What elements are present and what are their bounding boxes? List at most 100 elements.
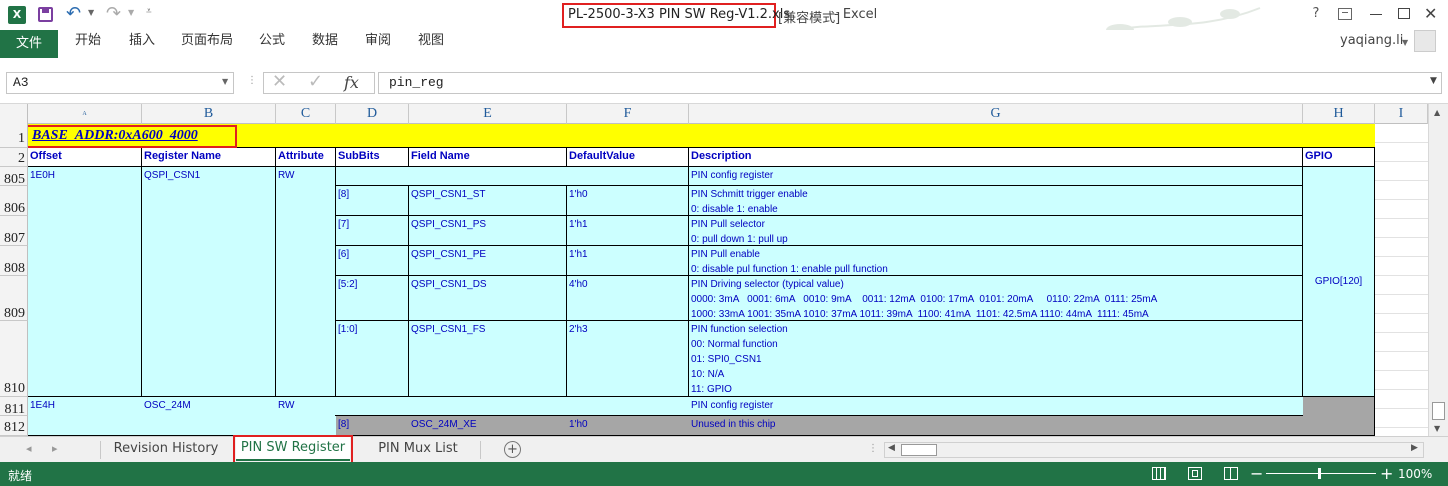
field-name[interactable]: QSPI_CSN1_PE bbox=[409, 247, 566, 262]
tab-scroll-right-icon[interactable]: ▸ bbox=[52, 442, 58, 455]
hscroll-thumb[interactable] bbox=[901, 444, 937, 456]
zoom-level[interactable]: 100% bbox=[1398, 467, 1432, 481]
hscroll-right-icon[interactable]: ▶ bbox=[1411, 443, 1418, 453]
row-header[interactable]: 2 bbox=[0, 148, 28, 167]
field-default[interactable]: 1'h0 bbox=[567, 417, 688, 432]
field-desc-line[interactable]: 01: SPI0_CSN1 bbox=[689, 352, 1302, 367]
field-bits[interactable]: [5:2] bbox=[336, 277, 408, 292]
column-header-d[interactable]: D bbox=[336, 104, 409, 124]
column-header-b[interactable]: B bbox=[142, 104, 276, 124]
column-header-a[interactable]: A bbox=[28, 104, 142, 124]
header-offset[interactable]: Offset bbox=[28, 149, 142, 164]
row-header[interactable]: 806 bbox=[0, 186, 28, 216]
reg2-offset[interactable]: 1E4H bbox=[28, 398, 141, 413]
redo-icon[interactable]: ↷ bbox=[106, 3, 121, 24]
field-desc-line[interactable]: 1000: 33mA 1001: 35mA 1010: 37mA 1011: 3… bbox=[689, 307, 1302, 322]
field-name[interactable]: QSPI_CSN1_ST bbox=[409, 187, 566, 202]
header-subbits[interactable]: SubBits bbox=[336, 149, 409, 164]
field-desc-line[interactable]: 0: disable pul function 1: enable pull f… bbox=[689, 262, 1302, 277]
field-desc-line[interactable]: 00: Normal function bbox=[689, 337, 1302, 352]
horizontal-scrollbar[interactable]: ◀ ▶ bbox=[884, 442, 1424, 458]
field-desc-line[interactable]: 11: GPIO bbox=[689, 382, 1302, 397]
formula-bar-grip-icon[interactable]: ⋮ bbox=[247, 75, 257, 86]
row-header[interactable]: 1 bbox=[0, 124, 28, 148]
field-default[interactable]: 1'h1 bbox=[567, 247, 688, 262]
column-header-c[interactable]: C bbox=[276, 104, 336, 124]
tab-data[interactable]: 数据 bbox=[312, 30, 338, 58]
close-icon[interactable]: ✕ bbox=[1424, 4, 1437, 23]
field-default[interactable]: 1'h0 bbox=[567, 187, 688, 202]
field-desc-line[interactable]: PIN Pull selector bbox=[689, 217, 1302, 232]
field-bits[interactable]: [7] bbox=[336, 217, 408, 232]
name-box[interactable]: A3 bbox=[6, 72, 234, 94]
tab-home[interactable]: 开始 bbox=[75, 30, 101, 58]
header-gpio[interactable]: GPIO bbox=[1303, 149, 1375, 164]
name-box-dropdown-icon[interactable]: ▼ bbox=[222, 77, 228, 86]
header-description[interactable]: Description bbox=[689, 149, 1303, 164]
help-button[interactable]: ? bbox=[1306, 6, 1326, 21]
reg2-name[interactable]: OSC_24M bbox=[142, 398, 275, 413]
field-bits[interactable]: [8] bbox=[336, 417, 408, 432]
zoom-slider[interactable] bbox=[1266, 468, 1376, 479]
reg2-attr[interactable]: RW bbox=[276, 398, 335, 413]
field-default[interactable]: 2'h3 bbox=[567, 322, 688, 337]
row-header[interactable]: 811 bbox=[0, 397, 28, 417]
field-default[interactable]: 4'h0 bbox=[567, 277, 688, 292]
field-bits[interactable]: [8] bbox=[336, 187, 408, 202]
tab-split-grip-icon[interactable]: ⋮ bbox=[868, 443, 878, 454]
vertical-scrollbar[interactable]: ▲ ▼ bbox=[1428, 104, 1448, 436]
field-bits[interactable]: [1:0] bbox=[336, 322, 408, 337]
normal-view-icon[interactable] bbox=[1152, 467, 1166, 480]
field-desc-line[interactable]: PIN Pull enable bbox=[689, 247, 1302, 262]
cancel-icon[interactable]: ✕ bbox=[272, 71, 287, 92]
tab-page-layout[interactable]: 页面布局 bbox=[181, 30, 233, 58]
field-desc-line[interactable]: 0000: 3mA 0001: 6mA 0010: 9mA 0011: 12mA… bbox=[689, 292, 1302, 307]
field-desc-line[interactable]: Unused in this chip bbox=[689, 417, 1302, 432]
row-header[interactable]: 807 bbox=[0, 216, 28, 246]
column-header-i[interactable]: I bbox=[1375, 104, 1428, 124]
file-tab[interactable]: 文件 bbox=[0, 30, 58, 58]
column-header-e[interactable]: E bbox=[409, 104, 567, 124]
expand-formula-bar-icon[interactable]: ▼ bbox=[1430, 76, 1437, 86]
field-default[interactable]: 1'h1 bbox=[567, 217, 688, 232]
tab-view[interactable]: 视图 bbox=[418, 30, 444, 58]
row-header[interactable]: 805 bbox=[0, 167, 28, 187]
reg1-gpio[interactable]: GPIO[120] bbox=[1303, 274, 1374, 289]
field-desc-line[interactable]: PIN Driving selector (typical value) bbox=[689, 277, 1302, 292]
user-name[interactable]: yaqiang.li bbox=[1340, 33, 1403, 48]
column-header-g[interactable]: G bbox=[689, 104, 1303, 124]
reg1-offset[interactable]: 1E0H bbox=[28, 168, 141, 183]
undo-icon[interactable]: ↶ bbox=[66, 3, 81, 24]
maximize-icon[interactable] bbox=[1398, 8, 1410, 19]
field-name[interactable]: OSC_24M_XE bbox=[409, 417, 566, 432]
sheet-tab-revision-history[interactable]: Revision History bbox=[104, 437, 228, 463]
field-desc-line[interactable]: PIN Schmitt trigger enable bbox=[689, 187, 1302, 202]
user-dropdown-icon[interactable]: ▼ bbox=[1402, 38, 1408, 47]
column-header-f[interactable]: F bbox=[567, 104, 689, 124]
field-desc-line[interactable]: 10: N/A bbox=[689, 367, 1302, 382]
field-bits[interactable]: [6] bbox=[336, 247, 408, 262]
header-field-name[interactable]: Field Name bbox=[409, 149, 567, 164]
formula-input[interactable]: pin_reg bbox=[378, 72, 1442, 94]
row-header[interactable]: 810 bbox=[0, 321, 28, 397]
new-sheet-icon[interactable]: + bbox=[504, 441, 521, 458]
undo-dropdown-icon[interactable]: ▼ bbox=[88, 8, 94, 17]
tab-insert[interactable]: 插入 bbox=[129, 30, 155, 58]
tab-review[interactable]: 审阅 bbox=[365, 30, 391, 58]
field-desc-line[interactable]: 0: pull down 1: pull up bbox=[689, 232, 1302, 247]
scroll-thumb[interactable] bbox=[1432, 402, 1445, 420]
reg1-attr[interactable]: RW bbox=[276, 168, 335, 183]
scroll-down-icon[interactable]: ▼ bbox=[1434, 424, 1440, 433]
row-header[interactable]: 812 bbox=[0, 416, 28, 436]
reg1-name[interactable]: QSPI_CSN1 bbox=[142, 168, 275, 183]
column-header-h[interactable]: H bbox=[1303, 104, 1375, 124]
reg2-desc[interactable]: PIN config register bbox=[689, 398, 1302, 413]
avatar[interactable] bbox=[1414, 30, 1436, 52]
header-attribute[interactable]: Attribute bbox=[276, 149, 336, 164]
page-break-view-icon[interactable] bbox=[1224, 467, 1238, 480]
field-name[interactable]: QSPI_CSN1_DS bbox=[409, 277, 566, 292]
save-icon[interactable] bbox=[38, 7, 53, 22]
insert-function-icon[interactable]: fx bbox=[344, 73, 359, 92]
scroll-up-icon[interactable]: ▲ bbox=[1434, 108, 1440, 117]
minimize-icon[interactable] bbox=[1370, 14, 1382, 15]
